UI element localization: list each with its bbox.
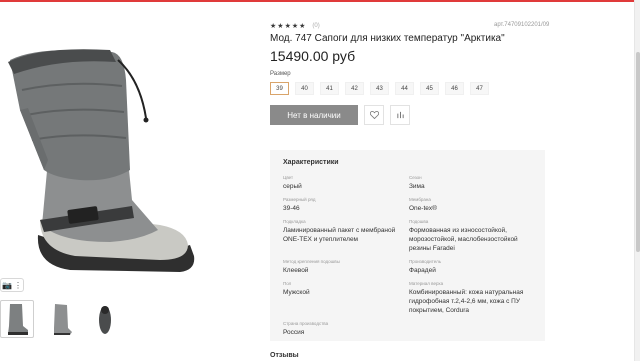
spec-item: Страна производства Россия bbox=[283, 321, 409, 337]
reviews-heading[interactable]: Отзывы bbox=[270, 352, 299, 359]
spec-key: Материал верха bbox=[409, 281, 444, 286]
spec-key: Подкладка bbox=[283, 219, 306, 224]
size-option[interactable]: 40 bbox=[295, 82, 314, 95]
spec-key: Размерный ряд bbox=[283, 197, 316, 202]
size-option[interactable]: 42 bbox=[345, 82, 364, 95]
review-count[interactable]: (0) bbox=[312, 23, 319, 29]
spec-value: серый bbox=[283, 183, 302, 190]
star-icon: ★ bbox=[270, 23, 277, 30]
spec-key: Цвет bbox=[283, 175, 294, 180]
size-option[interactable]: 46 bbox=[445, 82, 464, 95]
size-selector: 39 40 41 42 43 44 45 46 47 bbox=[270, 82, 489, 95]
compare-icon bbox=[396, 111, 404, 119]
spec-item: Пол Мужской bbox=[283, 281, 409, 315]
page-scrollbar[interactable] bbox=[634, 0, 640, 361]
article-number: арт.74709102201/09 bbox=[494, 22, 550, 28]
spec-value: Россия bbox=[283, 329, 305, 336]
spec-value: One-tex® bbox=[409, 205, 437, 212]
size-option[interactable]: 47 bbox=[470, 82, 489, 95]
thumbnail-1[interactable] bbox=[0, 300, 34, 338]
spec-value: Фарадей bbox=[409, 267, 436, 274]
characteristics-panel: Характеристики Цвет серый Сезон Зима Разме… bbox=[270, 150, 545, 341]
compare-button[interactable] bbox=[390, 105, 410, 125]
star-icon: ★ bbox=[299, 23, 306, 30]
spec-key: Сезон bbox=[409, 175, 422, 180]
spec-key: Производитель bbox=[409, 259, 442, 264]
spec-key: Метод крепления подошвы bbox=[283, 259, 340, 264]
spec-item: Сезон Зима bbox=[409, 175, 535, 191]
boot-thumbnail-top bbox=[99, 306, 111, 334]
product-rating[interactable]: ★ ★ ★ ★ ★ (0) bbox=[270, 22, 320, 30]
spec-value: Ламинированный пакет с мембраной ONE-TEX… bbox=[283, 227, 396, 243]
size-label: Размер bbox=[270, 71, 291, 77]
camera-icon[interactable]: 📷 bbox=[2, 281, 12, 290]
thumbnail-2[interactable] bbox=[44, 300, 78, 338]
product-main-image[interactable] bbox=[0, 20, 240, 282]
spec-value: Комбинированный: кожа натуральная гидроф… bbox=[409, 289, 524, 314]
favorite-button[interactable] bbox=[364, 105, 384, 125]
heart-icon bbox=[369, 111, 379, 119]
spec-key: Страна производства bbox=[283, 321, 329, 326]
spec-item: Мембрана One-tex® bbox=[409, 197, 535, 213]
spec-item: Производитель Фарадей bbox=[409, 259, 535, 275]
star-icon: ★ bbox=[284, 23, 291, 30]
spec-key: Пол bbox=[283, 281, 292, 286]
product-price: 15490.00 руб bbox=[270, 48, 356, 64]
more-options-icon[interactable]: ⋮ bbox=[14, 281, 22, 290]
spec-value: Мужской bbox=[283, 289, 310, 296]
spec-item: Материал верха Комбинированный: кожа нату… bbox=[409, 281, 535, 315]
boot-thumbnail-angle bbox=[54, 304, 72, 335]
spec-value: Формованная из износостойкой, морозостой… bbox=[409, 227, 518, 252]
spec-item: Подкладка Ламинированный пакет с мембрано… bbox=[283, 219, 409, 253]
spec-key: Подошва bbox=[409, 219, 429, 224]
size-option[interactable]: 39 bbox=[270, 82, 289, 95]
size-option[interactable]: 44 bbox=[395, 82, 414, 95]
product-actions: Нет в наличии bbox=[270, 105, 410, 125]
top-accent-line bbox=[0, 0, 640, 2]
thumbnail-strip bbox=[0, 300, 122, 340]
spec-item: Размерный ряд 39-46 bbox=[283, 197, 409, 213]
boot-thumbnail-side bbox=[8, 304, 28, 335]
star-icon: ★ bbox=[277, 23, 284, 30]
size-option[interactable]: 45 bbox=[420, 82, 439, 95]
spec-value: Клеевой bbox=[283, 267, 309, 274]
spec-item: Подошва Формованная из износостойкой, мор… bbox=[409, 219, 535, 253]
thumbnail-3[interactable] bbox=[88, 300, 122, 338]
spec-key: Мембрана bbox=[409, 197, 431, 202]
spec-value: Зима bbox=[409, 183, 425, 190]
product-title: Мод. 747 Сапоги для низких температур "А… bbox=[270, 33, 505, 44]
characteristics-heading: Характеристики bbox=[283, 159, 339, 166]
characteristics-grid: Цвет серый Сезон Зима Размерный ряд 39-46 М… bbox=[283, 175, 532, 337]
out-of-stock-button[interactable]: Нет в наличии bbox=[270, 105, 358, 125]
size-option[interactable]: 43 bbox=[370, 82, 389, 95]
spec-item: Метод крепления подошвы Клеевой bbox=[283, 259, 409, 275]
spec-item: Цвет серый bbox=[283, 175, 409, 191]
scrollbar-thumb[interactable] bbox=[636, 52, 640, 252]
size-option[interactable]: 41 bbox=[320, 82, 339, 95]
spec-value: 39-46 bbox=[283, 205, 300, 212]
boot-illustration bbox=[8, 49, 195, 272]
star-icon: ★ bbox=[291, 23, 299, 30]
image-tools[interactable]: 📷 ⋮ bbox=[0, 278, 24, 292]
